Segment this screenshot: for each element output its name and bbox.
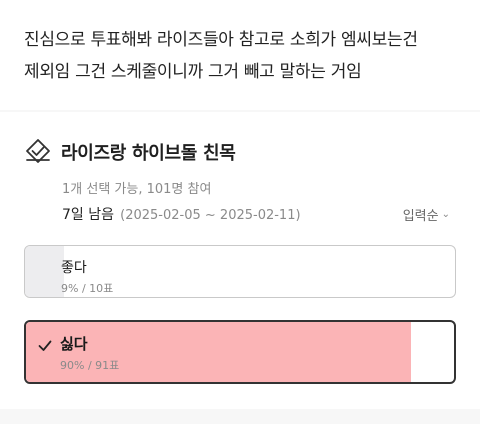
option-label: 싫다	[60, 335, 88, 353]
poll-option-2[interactable]: 싫다 90% / 91표	[24, 320, 456, 384]
check-icon	[38, 337, 52, 351]
poll-meta: 1개 선택 가능, 101명 참여	[62, 182, 212, 197]
sort-order-button[interactable]: 입력순 ⌄	[403, 205, 450, 224]
poll-remaining: 7일 남음	[62, 207, 114, 223]
vote-box-icon	[24, 138, 52, 166]
option-count: 90% / 91표	[60, 359, 120, 372]
option-count: 9% / 10표	[61, 282, 114, 295]
poll-header: 라이즈랑 하이브돌 친목	[24, 138, 236, 166]
poll-card: 라이즈랑 하이브돌 친목 1개 선택 가능, 101명 참여 7일 남음 (20…	[0, 112, 480, 409]
section-divider	[0, 409, 480, 424]
poll-option-1[interactable]: 좋다 9% / 10표	[24, 245, 456, 298]
chevron-down-icon: ⌄	[441, 209, 450, 220]
post-text-line-1: 진심으로 투표해봐 라이즈들아 참고로 소희가 엠씨보는건	[24, 30, 418, 50]
sort-label: 입력순	[402, 209, 439, 224]
poll-period: 7일 남음 (2025-02-05 ~ 2025-02-11)	[62, 204, 301, 224]
option-label: 좋다	[61, 260, 87, 276]
post-text-line-2: 제외임 그건 스케줄이니까 그거 빼고 말하는 거임	[24, 62, 362, 82]
post-body: 진심으로 투표해봐 라이즈들아 참고로 소희가 엠씨보는건 제외임 그건 스케줄…	[0, 0, 480, 110]
poll-title: 라이즈랑 하이브돌 친목	[61, 143, 236, 164]
poll-date-range: (2025-02-05 ~ 2025-02-11)	[120, 208, 301, 223]
